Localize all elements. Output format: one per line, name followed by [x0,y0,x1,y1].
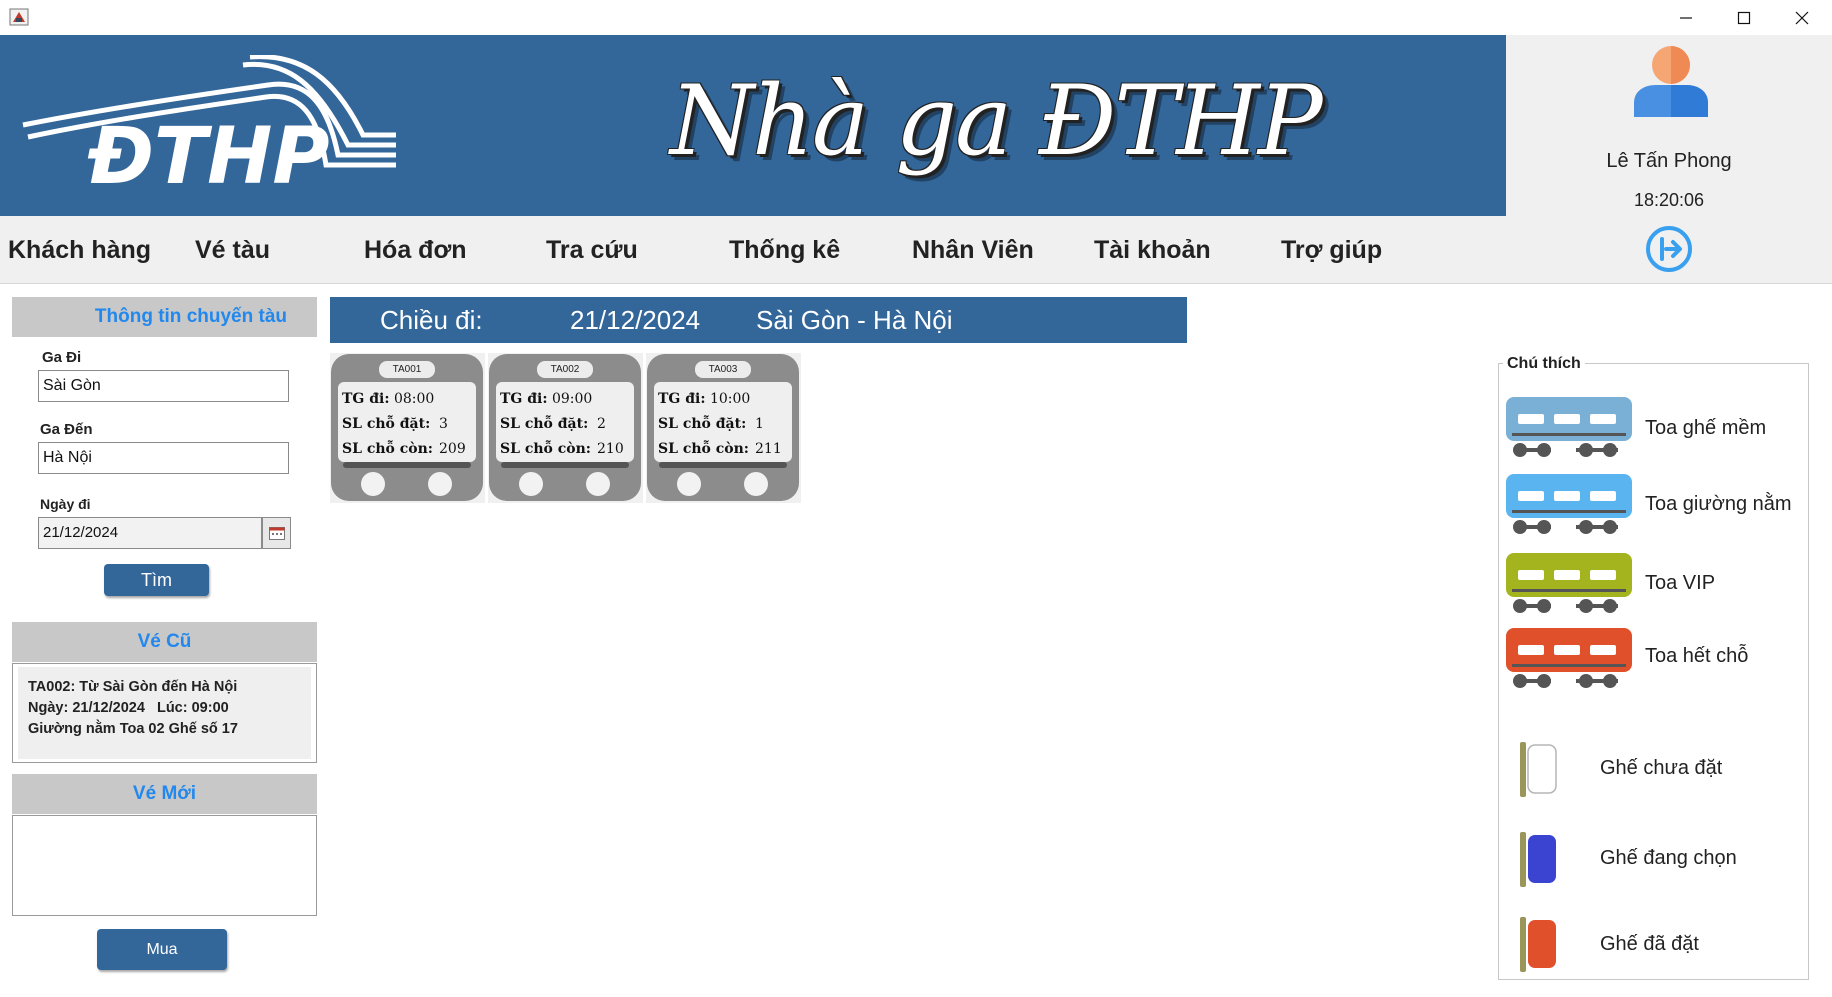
train-rail [343,462,471,468]
train-wheel [586,472,610,496]
seat-available-label: Ghế chưa đặt [1600,757,1723,779]
booked-count: 2 [597,416,606,432]
train-wheel [428,472,452,496]
from-station-label: Ga Đi [42,349,82,366]
remain-label: SL chỗ còn: [658,441,749,457]
old-ticket-line-3: Giường nằm Toa 02 Ghế số 17 [28,721,238,737]
train-card-ta001[interactable]: TA001 TG đi: 08:00 SL chỗ đặt: 3 SL chỗ c… [330,353,485,503]
old-ticket-line-2: Ngày: 21/12/2024 Lúc: 09:00 [28,700,229,716]
train-wheel [519,472,543,496]
old-ticket-details: TA002: Từ Sài Gòn đến Hà Nội Ngày: 21/12… [18,667,311,759]
seat-booked-icon [1520,917,1556,972]
dthp-logo: ĐTHP [22,55,396,185]
buy-button[interactable]: Mua [97,929,227,970]
route-path: Sài Gòn - Hà Nội [756,305,953,335]
user-avatar-icon [1634,46,1708,117]
vip-car-icon [1506,553,1632,613]
booked-label: SL chỗ đặt: [342,416,431,432]
train-rail [501,462,629,468]
menu-tro-giup[interactable]: Trợ giúp [1281,236,1382,265]
soft-seat-car-icon [1506,397,1632,457]
date-input[interactable]: 21/12/2024 [38,517,262,549]
remain-count: 211 [755,441,782,457]
user-name: Lê Tấn Phong [1606,150,1732,172]
date-label: Ngày đi [40,496,91,512]
old-ticket-title: Vé Cũ [12,622,317,662]
legend-title: Chú thích [1503,355,1585,373]
main-menu: Khách hàng Vé tàu Hóa đơn Tra cứu Thống … [0,216,1506,284]
depart-label: TG đi: [500,391,548,407]
train-wheel [677,472,701,496]
title-bar [0,0,1832,35]
clock-time: 18:20:06 [1633,190,1705,210]
sleeper-car-icon [1506,474,1632,534]
train-body: TA003 TG đi: 10:00 SL chỗ đặt: 1 SL chỗ c… [647,354,799,501]
seat-available-icon [1520,742,1557,797]
train-body: TA001 TG đi: 08:00 SL chỗ đặt: 3 SL chỗ c… [331,354,483,501]
menu-khach-hang[interactable]: Khách hàng [8,236,151,265]
minimize-icon[interactable] [1658,0,1714,35]
java-app-icon [9,8,29,26]
legend-full-label: Toa hết chỗ [1645,645,1749,667]
train-code: TA002 [537,361,593,378]
old-ticket-line-1: TA002: Từ Sài Gòn đến Hà Nội [28,679,238,695]
menu-hoa-don[interactable]: Hóa đơn [364,236,467,265]
calendar-button[interactable] [262,517,291,549]
route-direction: Chiều đi: [380,305,483,335]
menu-nhan-vien[interactable]: Nhân Viên [912,236,1034,265]
booked-count: 3 [439,416,448,432]
to-station-label: Ga Đến [40,421,93,438]
old-ticket-box: TA002: Từ Sài Gòn đến Hà Nội Ngày: 21/12… [12,663,317,763]
depart-time: 10:00 [709,391,751,407]
banner-title: Nhà ga ĐTHP [670,65,1323,177]
svg-text:ĐTHP: ĐTHP [87,112,330,185]
full-car-icon [1506,628,1632,688]
menu-tra-cuu[interactable]: Tra cứu [546,236,638,265]
depart-time: 08:00 [393,391,435,407]
close-icon[interactable] [1774,0,1830,35]
train-code: TA001 [379,361,435,378]
train-card-ta003[interactable]: TA003 TG đi: 10:00 SL chỗ đặt: 1 SL chỗ c… [646,353,801,503]
booked-label: SL chỗ đặt: [658,416,747,432]
calendar-icon [268,526,285,540]
train-rail [659,462,787,468]
search-panel-title: Thông tin chuyến tàu [12,297,317,337]
menu-thong-ke[interactable]: Thống kê [729,236,840,265]
depart-label: TG đi: [658,391,706,407]
user-panel: Lê Tấn Phong 18:20:06 [1506,35,1832,284]
logout-icon[interactable] [1645,225,1693,273]
header-banner: ĐTHP Nhà ga ĐTHP [0,35,1506,216]
route-bar: Chiều đi: 21/12/2024 Sài Gòn - Hà Nội [330,297,1187,343]
route-date: 21/12/2024 [570,305,701,335]
booked-label: SL chỗ đặt: [500,416,589,432]
remain-label: SL chỗ còn: [342,441,433,457]
seat-selecting-label: Ghế đang chọn [1600,847,1737,869]
remain-label: SL chỗ còn: [500,441,591,457]
new-ticket-title: Vé Mới [12,774,317,814]
seat-selecting-icon [1520,832,1556,887]
app-window: ĐTHP Nhà ga ĐTHP Lê Tấn Phong 18:20:06 K… [0,0,1832,997]
menu-divider [0,283,1832,284]
search-button[interactable]: Tìm [104,564,209,596]
depart-label: TG đi: [342,391,390,407]
from-station-input[interactable]: Sài Gòn [38,370,289,402]
new-ticket-box [12,815,317,916]
train-wheel [744,472,768,496]
legend-sleeper-label: Toa giường nằm [1645,493,1792,515]
train-body: TA002 TG đi: 09:00 SL chỗ đặt: 2 SL chỗ c… [489,354,641,501]
menu-ve-tau[interactable]: Vé tàu [195,236,270,265]
legend-vip-label: Toa VIP [1645,572,1716,594]
legend-soft-seat-label: Toa ghế mềm [1645,417,1767,439]
remain-count: 210 [597,441,624,457]
train-wheel [361,472,385,496]
train-code: TA003 [695,361,751,378]
to-station-input[interactable]: Hà Nội [38,442,289,474]
menu-tai-khoan[interactable]: Tài khoản [1094,236,1211,265]
train-card-ta002[interactable]: TA002 TG đi: 09:00 SL chỗ đặt: 2 SL chỗ c… [488,353,643,503]
booked-count: 1 [755,416,764,432]
maximize-icon[interactable] [1716,0,1772,35]
remain-count: 209 [439,441,466,457]
seat-booked-label: Ghế đã đặt [1600,933,1699,955]
depart-time: 09:00 [551,391,593,407]
